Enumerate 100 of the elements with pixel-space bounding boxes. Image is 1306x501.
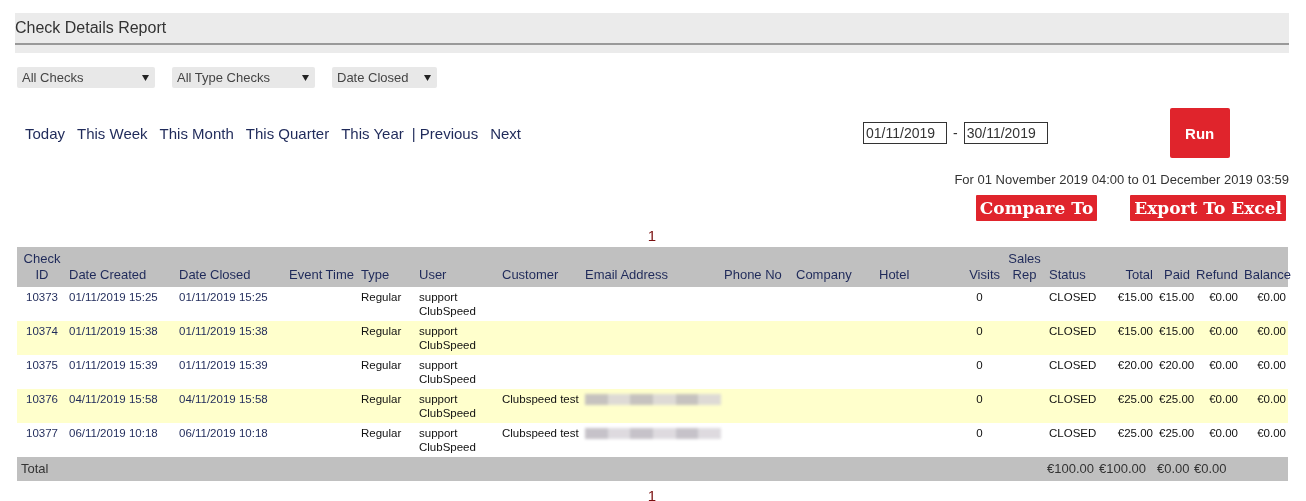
total-label: Total: [21, 461, 49, 476]
table-cell: 01/11/2019 15:38: [69, 325, 158, 337]
page-link[interactable]: 1: [647, 227, 657, 247]
run-button[interactable]: Run: [1169, 108, 1230, 158]
column-header[interactable]: Balance: [1244, 267, 1291, 283]
table-cell: 10377: [26, 427, 58, 439]
column-header[interactable]: Date Closed: [179, 267, 251, 283]
table-cell: CLOSED: [1049, 291, 1097, 303]
table-cell: 10373: [26, 291, 58, 303]
table-cell: 01/11/2019 15:38: [179, 325, 268, 337]
table-cell: €25.00: [1117, 393, 1153, 405]
table-cell: 10374: [26, 325, 58, 337]
period-link[interactable]: This Month: [159, 124, 234, 142]
column-header[interactable]: Phone No: [724, 267, 782, 283]
table-cell: Regular: [361, 291, 402, 303]
table-cell: 10376: [26, 393, 58, 405]
table-cell: €0.00: [1257, 325, 1286, 337]
table-cell: 01/11/2019 15:25: [179, 291, 268, 303]
column-header[interactable]: Date Created: [69, 267, 147, 283]
table-cell: 04/11/2019 15:58: [69, 393, 158, 405]
action-button[interactable]: Export To Excel: [1130, 195, 1286, 221]
date-separator: -: [953, 125, 958, 141]
period-link[interactable]: This Year: [341, 124, 404, 142]
period-link[interactable]: This Quarter: [245, 124, 330, 142]
table-cell: 06/11/2019 10:18: [69, 427, 158, 439]
column-header[interactable]: Check ID: [21, 251, 63, 283]
table-cell: 0: [976, 325, 983, 337]
table-cell: €25.00: [1117, 427, 1153, 439]
table-cell: €0.00: [1257, 393, 1286, 405]
column-header[interactable]: Visits: [969, 267, 1000, 283]
date-field[interactable]: 01/11/2019: [863, 122, 947, 144]
table-cell-text: support ClubSpeed: [419, 358, 477, 386]
table-cell: 06/11/2019 10:18: [179, 427, 268, 439]
page-title: Check Details Report: [15, 19, 167, 37]
period-link[interactable]: | Previous: [411, 124, 479, 142]
table-cell: €25.00: [1159, 427, 1195, 439]
column-header[interactable]: Customer: [502, 267, 559, 283]
column-header[interactable]: User: [419, 267, 447, 283]
table-cell: 10375: [26, 359, 58, 371]
period-link[interactable]: This Week: [77, 124, 148, 142]
table-cell: CLOSED: [1049, 393, 1097, 405]
column-header[interactable]: Hotel: [879, 267, 910, 283]
filter-dropdown[interactable]: All Type Checks: [172, 67, 315, 88]
filter-dropdown[interactable]: Date Closed: [332, 67, 437, 88]
table-cell: 0: [976, 291, 983, 303]
table-cell: €0.00: [1209, 325, 1238, 337]
table-cell-text: support ClubSpeed: [419, 324, 477, 352]
column-header[interactable]: Company: [796, 267, 852, 283]
table-cell-text: support ClubSpeed: [419, 426, 477, 454]
caret-icon: [302, 74, 309, 81]
filter-dropdown[interactable]: All Checks: [17, 67, 155, 88]
table-cell: €25.00: [1159, 393, 1195, 405]
table-cell: €15.00: [1159, 325, 1195, 337]
table-cell: €15.00: [1159, 291, 1195, 303]
column-header[interactable]: Type: [361, 267, 390, 283]
period-link[interactable]: Next: [490, 124, 521, 142]
table-cell-text: support ClubSpeed: [419, 392, 477, 420]
date-field[interactable]: 30/11/2019: [963, 122, 1048, 144]
date-range-text: For 01 November 2019 04:00 to 01 December 2019 03:59: [954, 172, 1289, 187]
table-cell: €20.00: [1159, 359, 1195, 371]
caret-icon: [142, 74, 149, 81]
table-cell: 0: [976, 393, 983, 405]
table-cell: €0.00: [1209, 291, 1238, 303]
column-header[interactable]: Event Time: [289, 267, 355, 283]
table-cell: Regular: [361, 427, 402, 439]
table-cell: €0.00: [1257, 427, 1286, 439]
table-cell: 01/11/2019 15:39: [179, 359, 268, 371]
table-cell: Clubspeed test: [502, 427, 579, 439]
table-cell: €0.00: [1209, 393, 1238, 405]
table-cell: 0: [976, 427, 983, 439]
column-header[interactable]: Status: [1049, 267, 1086, 283]
table-cell: 01/11/2019 15:39: [69, 359, 158, 371]
column-header[interactable]: Paid: [1163, 267, 1190, 283]
table-cell: €20.00: [1117, 359, 1153, 371]
column-header[interactable]: Total: [1125, 267, 1153, 283]
table-cell: €0.00: [1209, 359, 1238, 371]
table-cell: CLOSED: [1049, 427, 1097, 439]
column-header[interactable]: Email Address: [585, 267, 669, 283]
table-cell: €15.00: [1117, 325, 1153, 337]
total-value: €0.00: [1194, 461, 1227, 476]
page-link[interactable]: 1: [647, 487, 657, 501]
caret-icon: [424, 74, 431, 81]
table-cell: 04/11/2019 15:58: [179, 393, 268, 405]
table-cell: €0.00: [1257, 359, 1286, 371]
table-cell: €15.00: [1117, 291, 1153, 303]
table-cell: Regular: [361, 359, 402, 371]
period-link[interactable]: Today: [25, 124, 66, 142]
table-cell: €0.00: [1209, 427, 1238, 439]
total-value: €0.00: [1157, 461, 1190, 476]
table-cell: CLOSED: [1049, 325, 1097, 337]
table-cell: CLOSED: [1049, 359, 1097, 371]
action-button[interactable]: Compare To: [975, 195, 1098, 221]
table-cell-text: support ClubSpeed: [419, 290, 477, 318]
table-cell: Regular: [361, 393, 402, 405]
table-cell: 0: [976, 359, 983, 371]
column-header[interactable]: Sales Rep: [1006, 251, 1043, 283]
table-cell: Clubspeed test: [502, 393, 579, 405]
column-header[interactable]: Refund: [1196, 267, 1238, 283]
table-cell: Regular: [361, 325, 402, 337]
table-cell: 01/11/2019 15:25: [69, 291, 158, 303]
